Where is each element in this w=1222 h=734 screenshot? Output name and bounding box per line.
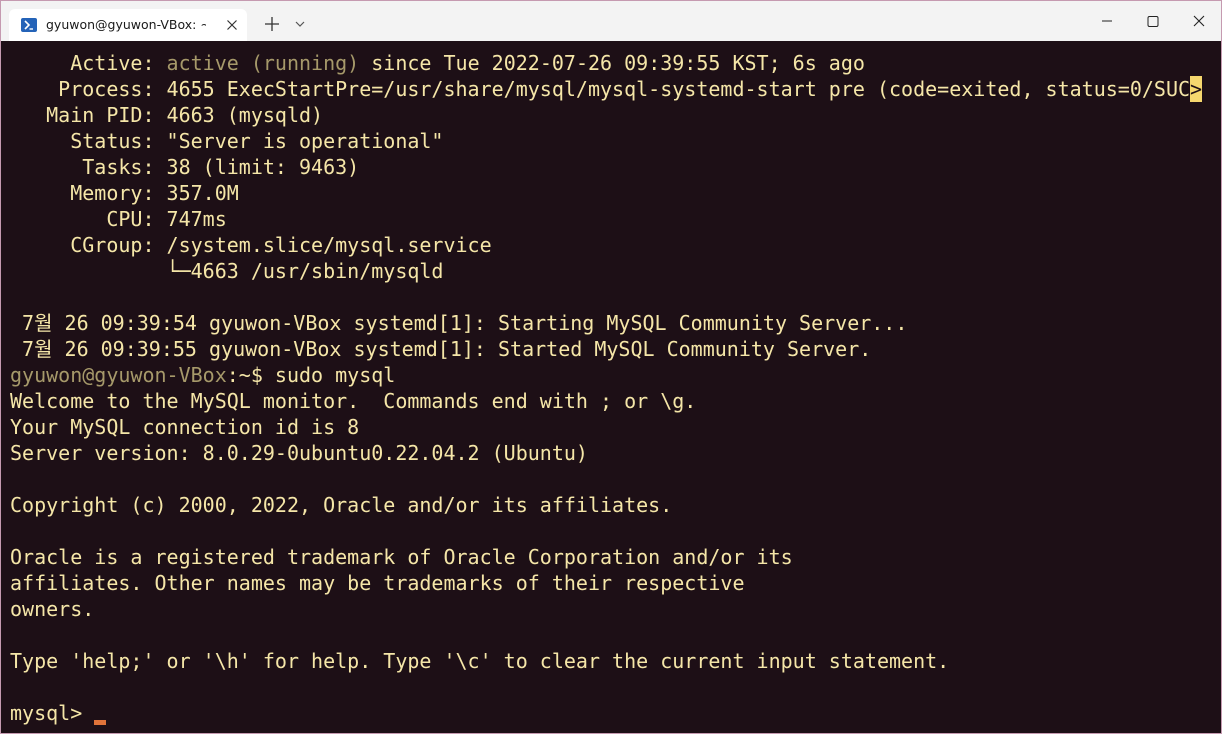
prompt-command: sudo mysql (262, 363, 396, 387)
plus-icon[interactable] (259, 11, 285, 37)
maximize-icon[interactable] (1130, 1, 1176, 41)
line-overflow-marker: > (1190, 76, 1203, 102)
minimize-icon[interactable] (1084, 1, 1130, 41)
shell-prompt-line: gyuwon@gyuwon-VBox:~$ sudo mysql (10, 362, 395, 388)
status-tasks: Tasks: 38 (limit: 9463) (10, 155, 360, 179)
terminal-window: gyuwon@gyuwon-VBox: ~ Active: active (ru… (0, 0, 1222, 734)
terminal-output[interactable]: Active: active (running) since Tue 2022-… (1, 41, 1221, 733)
log-line: 7월 26 09:39:55 gyuwon-VBox systemd[1]: S… (10, 337, 872, 361)
status-active: Active: active (running) since Tue 2022-… (10, 50, 865, 76)
close-icon[interactable] (221, 14, 243, 36)
welcome-line: Your MySQL connection id is 8 (10, 415, 360, 439)
status-cgroup: CGroup: /system.slice/mysql.service (10, 233, 492, 257)
mysql-prompt: mysql> (10, 701, 95, 725)
prompt-path: :~$ (226, 363, 263, 387)
tab-terminal[interactable]: gyuwon@gyuwon-VBox: ~ (9, 9, 247, 41)
status-cgroup-child: └─4663 /usr/sbin/mysqld (10, 259, 444, 283)
status-status: Status: "Server is operational" (10, 129, 444, 153)
welcome-line: Type 'help;' or '\h' for help. Type '\c'… (10, 649, 950, 673)
status-memory: Memory: 357.0M (10, 181, 239, 205)
welcome-line: Oracle is a registered trademark of Orac… (10, 545, 793, 569)
active-rest: since Tue 2022-07-26 09:39:55 KST; 6s ag… (359, 51, 865, 75)
active-state: active (running) (166, 51, 360, 75)
status-process: Process: 4655 ExecStartPre=/usr/share/my… (10, 76, 1203, 102)
tab-title: gyuwon@gyuwon-VBox: ~ (46, 17, 206, 32)
prompt-user-host: gyuwon@gyuwon-VBox (10, 363, 227, 387)
powershell-icon (21, 18, 37, 32)
welcome-line: Welcome to the MySQL monitor. Commands e… (10, 389, 697, 413)
log-line: 7월 26 09:39:54 gyuwon-VBox systemd[1]: S… (10, 311, 908, 335)
welcome-line: Copyright (c) 2000, 2022, Oracle and/or … (10, 493, 673, 517)
active-label: Active: (10, 51, 167, 75)
process-text: Process: 4655 ExecStartPre=/usr/share/my… (10, 77, 1191, 101)
text-cursor (94, 720, 106, 725)
title-bar: gyuwon@gyuwon-VBox: ~ (1, 1, 1221, 41)
status-cpu: CPU: 747ms (10, 207, 227, 231)
welcome-line: owners. (10, 597, 95, 621)
welcome-line: affiliates. Other names may be trademark… (10, 571, 745, 595)
welcome-line: Server version: 8.0.29-0ubuntu0.22.04.2 … (10, 441, 588, 465)
chevron-down-icon[interactable] (289, 11, 311, 37)
close-window-icon[interactable] (1176, 1, 1221, 41)
status-main-pid: Main PID: 4663 (mysqld) (10, 103, 324, 127)
